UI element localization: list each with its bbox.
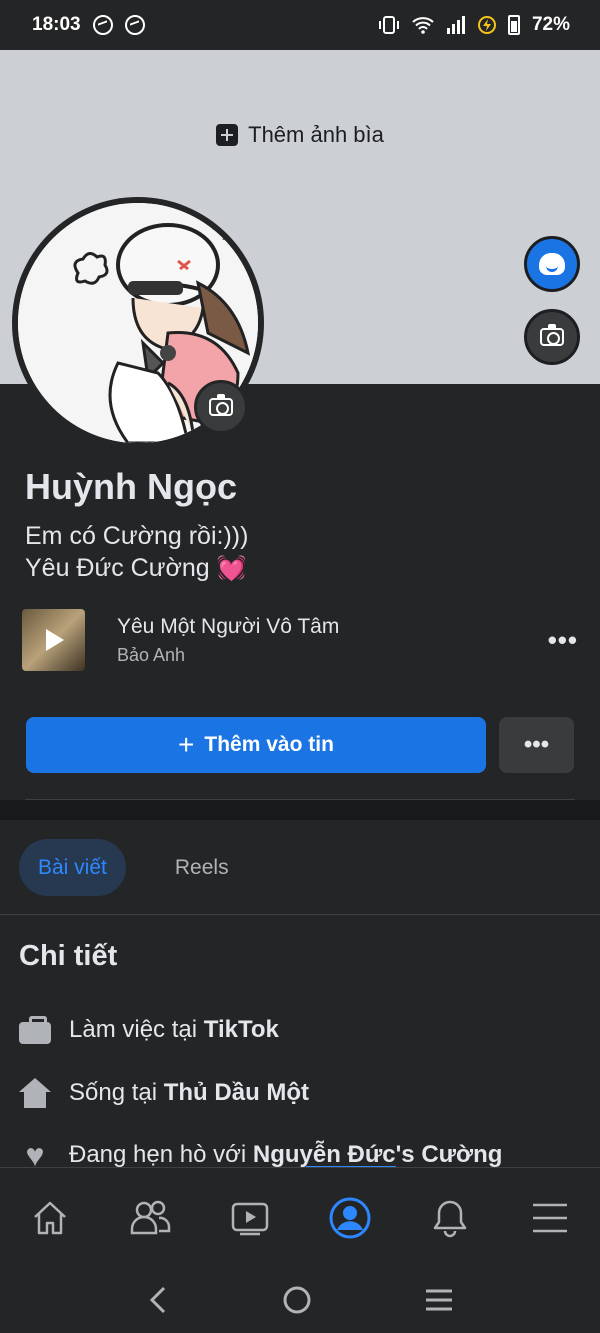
- detail-work-text: Làm việc tại TikTok: [69, 1016, 279, 1043]
- home-icon: [19, 1078, 51, 1108]
- add-photo-icon: [216, 124, 239, 146]
- wifi-icon: [412, 17, 434, 34]
- profile-tabs: Bài viết Reels: [19, 839, 248, 896]
- heart-icon: ♥: [25, 1137, 45, 1173]
- briefcase-icon: [19, 1016, 51, 1044]
- song-artist: Bảo Anh: [117, 644, 186, 665]
- friends-icon: [130, 1200, 171, 1234]
- avatar-button[interactable]: [524, 236, 580, 292]
- add-cover-photo-button[interactable]: Thêm ảnh bìa: [0, 122, 600, 148]
- edit-profile-picture-button[interactable]: [194, 380, 248, 434]
- song-more-icon[interactable]: •••: [548, 625, 578, 656]
- detail-relationship[interactable]: ♥ Đang hẹn hò với Nguyễn Đức's Cường: [19, 1137, 503, 1173]
- nav-menu[interactable]: [520, 1188, 580, 1248]
- back-icon[interactable]: [146, 1285, 170, 1315]
- detail-location[interactable]: Sống tại Thủ Dầu Một: [19, 1078, 309, 1108]
- bio-line-1: Em có Cường rồi:))): [25, 522, 249, 550]
- messenger-icon: [92, 15, 113, 35]
- song-title: Yêu Một Người Vô Tâm: [117, 614, 340, 638]
- avatar-face-icon: [539, 253, 565, 275]
- heart-emoji-icon: 💓: [216, 555, 247, 582]
- bell-icon: [433, 1200, 467, 1237]
- status-bar: 18:03 72%: [0, 0, 600, 50]
- song-info: Yêu Một Người Vô Tâm Bảo Anh: [117, 615, 548, 666]
- charging-icon: [477, 16, 496, 34]
- detail-work[interactable]: Làm việc tại TikTok: [19, 1016, 279, 1044]
- status-time: 18:03: [32, 14, 81, 35]
- detail-location-text: Sống tại Thủ Dầu Một: [69, 1079, 310, 1106]
- home-icon: [34, 1201, 66, 1234]
- battery-percent: 72%: [531, 14, 570, 35]
- camera-icon: [209, 394, 233, 416]
- cover-camera-button[interactable]: [524, 309, 580, 365]
- tab-posts[interactable]: Bài viết: [19, 839, 126, 896]
- vibrate-icon: [378, 16, 399, 34]
- profile-bio: Em có Cường rồi:))) Yêu Đức Cường 💓: [25, 520, 248, 585]
- profile-music[interactable]: Yêu Một Người Vô Tâm Bảo Anh •••: [22, 609, 578, 671]
- tab-reels[interactable]: Reels: [156, 839, 248, 896]
- song-thumbnail-play-icon[interactable]: [22, 609, 85, 671]
- add-cover-label: Thêm ảnh bìa: [248, 122, 384, 147]
- divider: [0, 914, 600, 915]
- bottom-navigation: [0, 1167, 600, 1267]
- recent-apps-icon[interactable]: [424, 1287, 454, 1313]
- bio-line-2-text: Yêu Đức Cường: [25, 554, 210, 582]
- menu-icon: [533, 1203, 567, 1232]
- camera-icon: [540, 324, 564, 346]
- profile-name: Huỳnh Ngọc: [25, 466, 237, 507]
- details-title: Chi tiết: [19, 940, 118, 972]
- profile-more-button[interactable]: •••: [499, 717, 574, 773]
- video-icon: [231, 1202, 269, 1235]
- battery-icon: [507, 15, 520, 35]
- home-circle-icon[interactable]: [282, 1285, 312, 1315]
- section-separator: [0, 800, 600, 820]
- signal-icon: [446, 16, 465, 34]
- nav-friends[interactable]: [120, 1188, 180, 1248]
- nav-video[interactable]: [220, 1188, 280, 1248]
- detail-relationship-text: Đang hẹn hò với Nguyễn Đức's Cường: [69, 1141, 503, 1168]
- nav-profile[interactable]: [320, 1188, 380, 1248]
- plus-icon: +: [178, 729, 195, 760]
- bio-line-2: Yêu Đức Cường 💓: [25, 552, 248, 585]
- messenger-icon: [124, 15, 145, 35]
- system-navigation: [0, 1267, 600, 1333]
- nav-notifications[interactable]: [420, 1188, 480, 1248]
- add-to-story-button[interactable]: + Thêm vào tin: [26, 717, 486, 773]
- add-to-story-label: Thêm vào tin: [204, 733, 334, 756]
- nav-home[interactable]: [20, 1188, 80, 1248]
- profile-icon: [329, 1197, 371, 1238]
